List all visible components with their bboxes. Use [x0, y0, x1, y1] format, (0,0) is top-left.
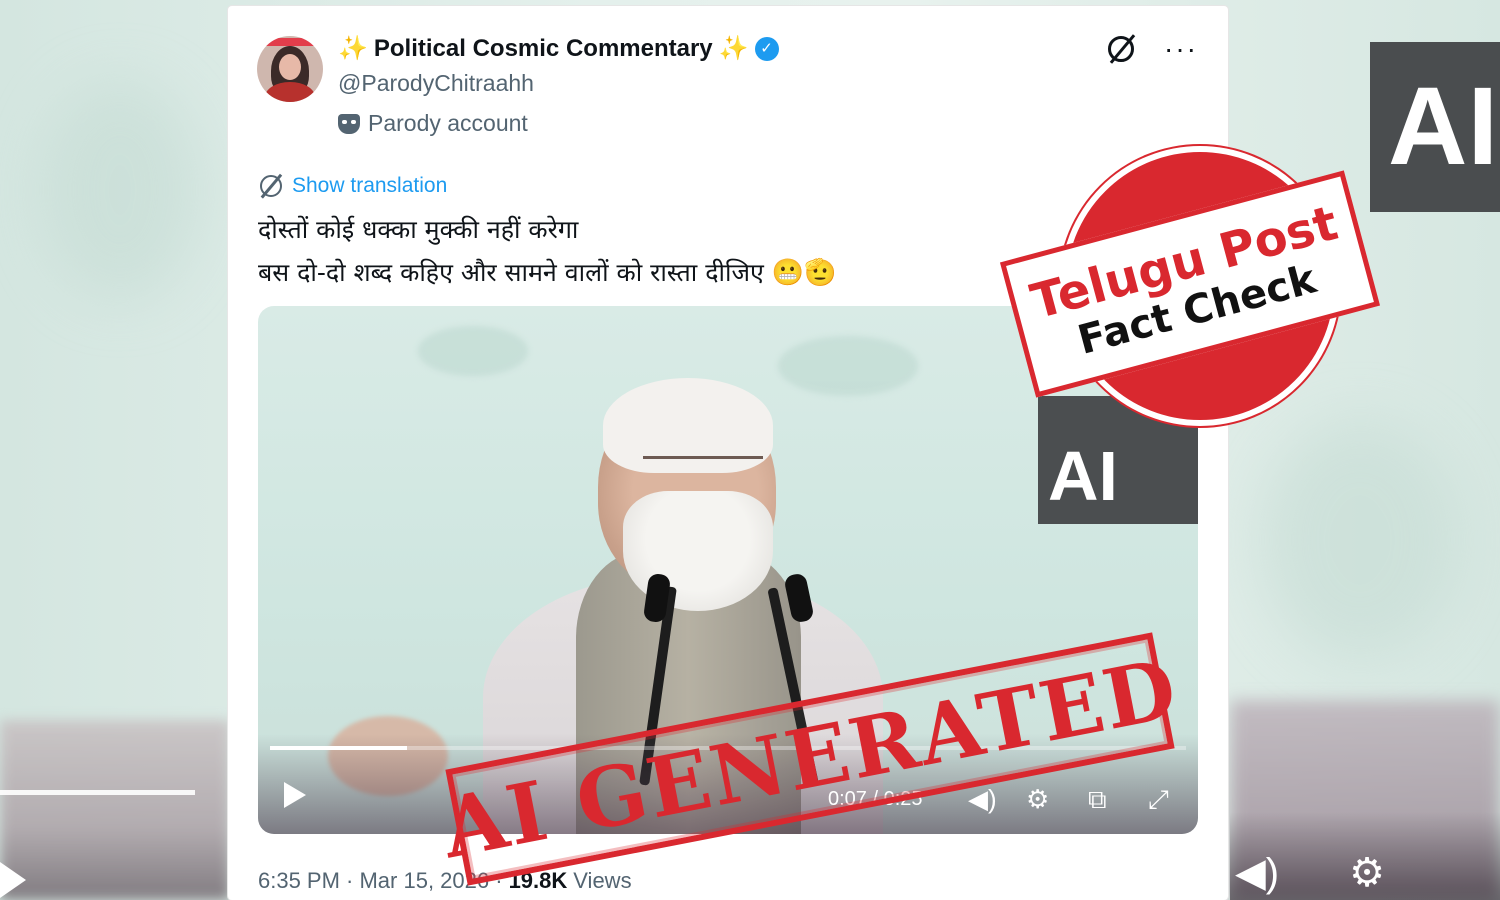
- background-ai-watermark: AI: [1370, 42, 1500, 212]
- more-options-icon[interactable]: ···: [1164, 35, 1198, 63]
- tweet-emojis: 😬🫡: [771, 258, 837, 288]
- display-name[interactable]: Political Cosmic Commentary: [374, 35, 713, 63]
- background-volume-icon: ◀): [1235, 851, 1280, 895]
- background-play-icon: [0, 862, 26, 898]
- background-settings-icon: ⚙: [1349, 851, 1385, 895]
- video-progress-fill: [270, 746, 408, 750]
- tweet-meta: 6:35 PM · Mar 15, 2026 · 19.8K Views: [258, 868, 632, 894]
- play-icon[interactable]: [284, 782, 306, 808]
- tweet-actions-top: ···: [1108, 35, 1198, 63]
- background-blob: [40, 80, 200, 300]
- video-backdrop-leaf: [778, 336, 918, 396]
- volume-icon[interactable]: ◀): [968, 784, 997, 815]
- parody-label-row[interactable]: Parody account: [338, 110, 528, 137]
- background-controls-icons: ◀) ⚙: [1235, 850, 1385, 896]
- translate-icon: [260, 175, 282, 197]
- fullscreen-icon[interactable]: ⤢: [1148, 784, 1169, 816]
- background-blob: [1260, 420, 1460, 660]
- author-name-row[interactable]: ✨ Political Cosmic Commentary ✨ ✓: [338, 34, 779, 63]
- grok-icon[interactable]: [1108, 36, 1135, 62]
- parody-label: Parody account: [368, 110, 528, 136]
- tweet-text-line-content: बस दो-दो शब्द कहिए और सामने वालों को रास…: [258, 258, 764, 287]
- tweet-text-line: दोस्तों कोई धक्का मुक्की नहीं करेगा: [258, 215, 579, 244]
- background-progress-bar: [0, 790, 195, 795]
- sparkle-icon: ✨: [718, 35, 749, 62]
- show-translation-link[interactable]: Show translation: [260, 174, 447, 198]
- views-label: Views: [573, 868, 632, 893]
- pip-icon[interactable]: ⧉: [1088, 784, 1107, 816]
- tweet-text-line: बस दो-दो शब्द कहिए और सामने वालों को रास…: [258, 251, 837, 295]
- settings-icon[interactable]: ⚙: [1026, 784, 1049, 815]
- sparkle-icon: ✨: [338, 35, 368, 62]
- verified-badge-icon[interactable]: ✓: [754, 36, 779, 61]
- show-translation-label[interactable]: Show translation: [292, 174, 447, 198]
- background-arm: [0, 720, 230, 900]
- video-backdrop-leaf: [418, 326, 528, 376]
- user-handle[interactable]: @ParodyChitraahh: [338, 70, 534, 97]
- speaker-glasses: [643, 456, 763, 484]
- mask-icon: [338, 113, 360, 134]
- avatar[interactable]: [257, 36, 323, 102]
- tweet-text: दोस्तों कोई धक्का मुक्की नहीं करेगा बस द…: [258, 208, 837, 295]
